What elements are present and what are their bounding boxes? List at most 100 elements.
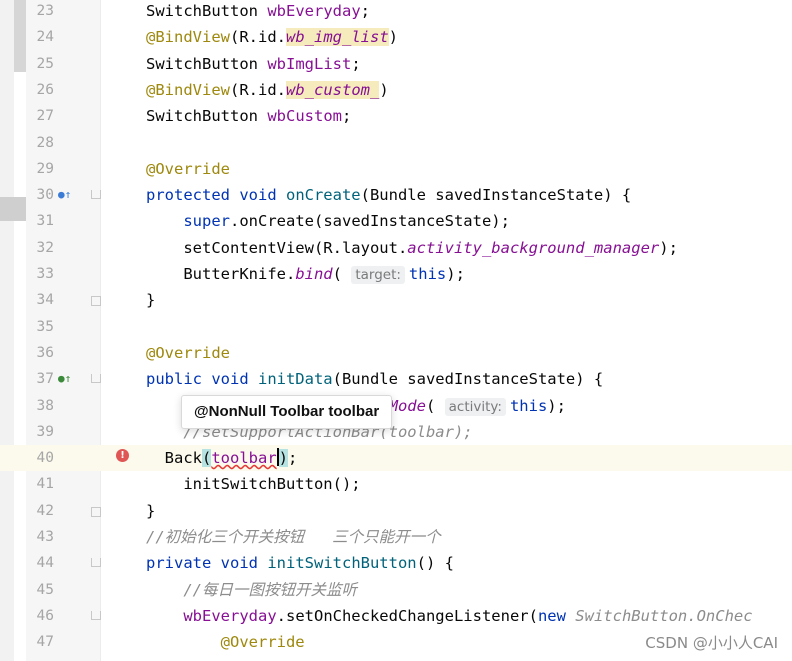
code-line[interactable]: 26 @BindView(R.id.wb_custom_)	[0, 77, 792, 103]
code-token: )	[388, 28, 398, 47]
code-line[interactable]: 39 //setSupportActionBar(toolbar);	[0, 419, 792, 445]
line-number: 26	[36, 81, 54, 98]
code-text: initSwitchButton();	[146, 471, 361, 497]
fold-end-icon[interactable]	[91, 296, 101, 307]
code-line[interactable]: 31 super.onCreate(savedInstanceState);	[0, 208, 792, 234]
code-token: //每日一图按钮开关监听	[183, 580, 357, 599]
code-token: @Override	[146, 343, 230, 362]
line-number: 29	[36, 160, 54, 177]
code-text: //每日一图按钮开关监听	[146, 577, 357, 603]
code-token: wb_img_list	[286, 28, 389, 47]
code-text: Back(toolbar);	[146, 445, 297, 471]
fold-collapse-icon[interactable]	[91, 374, 101, 384]
code-text: @Override	[146, 340, 230, 366]
code-token: super	[183, 212, 230, 231]
code-line[interactable]: 45 //每日一图按钮开关监听	[0, 577, 792, 603]
code-line[interactable]: 41 initSwitchButton();	[0, 471, 792, 497]
code-token: initSwitchButton();	[146, 475, 361, 494]
code-line[interactable]: 38 rLightMode( activity:this);	[0, 393, 792, 419]
code-token: ;	[360, 2, 370, 20]
code-line[interactable]: 44 private void initSwitchButton() {	[0, 550, 792, 576]
line-number: 38	[36, 397, 54, 414]
line-number: 33	[36, 266, 54, 282]
code-token: wb_custom_	[286, 80, 380, 99]
code-line[interactable]: 29 @Override	[0, 156, 792, 182]
code-token: private void	[146, 554, 268, 573]
code-token: toolbar	[211, 449, 277, 468]
line-number: 41	[36, 476, 54, 493]
line-number: 24	[36, 29, 54, 46]
line-number: 40	[36, 450, 54, 467]
code-line[interactable]: 23 SwitchButton wbEveryday;	[0, 0, 792, 24]
fold-collapse-icon[interactable]	[91, 190, 101, 200]
code-token: this	[509, 396, 548, 415]
code-line[interactable]: 27 SwitchButton wbCustom;	[0, 103, 792, 129]
line-number: 45	[36, 581, 54, 598]
code-token: @BindView	[146, 80, 230, 99]
code-token: (	[332, 265, 352, 283]
code-text: @Override	[146, 156, 230, 182]
code-token: SwitchButton	[146, 54, 268, 73]
parameter-info-tooltip: @NonNull Toolbar toolbar	[181, 395, 393, 429]
code-token: initSwitchButton	[267, 554, 417, 573]
line-number: 37	[36, 371, 54, 388]
code-token: SwitchButton	[146, 2, 268, 20]
code-text: ButterKnife.bind( target: this);	[146, 261, 465, 287]
fold-collapse-icon[interactable]	[91, 558, 101, 568]
code-token: wbEveryday	[267, 2, 361, 20]
code-token: protected void	[146, 186, 286, 205]
line-number: 32	[36, 239, 54, 256]
code-token: (R.id.	[230, 28, 286, 47]
code-line[interactable]: 30 ●↑ protected void onCreate(Bundle saved…	[0, 182, 792, 208]
code-line[interactable]: 46 wbEveryday.setOnCheckedChangeListener…	[0, 603, 792, 629]
code-token: bind	[295, 265, 333, 283]
line-number: 39	[36, 423, 54, 440]
fold-end-icon[interactable]	[91, 506, 101, 517]
code-token: (R.id.	[230, 80, 286, 99]
code-line[interactable]: 32 setContentView(R.layout.activity_back…	[0, 235, 792, 261]
code-line[interactable]: 42}	[0, 498, 792, 524]
code-token: )	[379, 80, 389, 99]
error-icon[interactable]: !	[116, 449, 129, 463]
code-token: //初始化三个开关按钮 三个只能开一个	[146, 528, 441, 546]
implement-marker-icon[interactable]: ●↑	[58, 366, 71, 392]
code-token: public void	[146, 370, 258, 389]
code-text: super.onCreate(savedInstanceState);	[146, 208, 510, 234]
line-number: 36	[36, 344, 54, 361]
code-text: @BindView(R.id.wb_img_list)	[146, 24, 398, 50]
code-token: wbCustom	[267, 107, 342, 126]
code-line[interactable]: 36 @Override	[0, 340, 792, 366]
fold-collapse-icon[interactable]	[91, 610, 101, 620]
code-line[interactable]: 33 ButterKnife.bind( target: this);	[0, 261, 792, 287]
code-token: Back	[146, 449, 202, 468]
code-token: activity_background_manager	[407, 238, 660, 257]
code-line[interactable]: 34}	[0, 287, 792, 313]
code-token: initData	[257, 370, 333, 389]
line-number: 23	[36, 3, 54, 19]
code-token: )	[278, 449, 289, 468]
code-line[interactable]: 28	[0, 130, 792, 156]
line-number: 28	[36, 134, 54, 151]
code-token: }	[146, 291, 156, 310]
code-line[interactable]: 40! Back(toolbar);	[0, 445, 792, 472]
code-line[interactable]: 35	[0, 314, 792, 340]
code-token: (	[425, 396, 445, 415]
code-line[interactable]: 37 ●↑ public void initData(Bundle savedIns…	[0, 366, 792, 392]
code-line[interactable]: 24 @BindView(R.id.wb_img_list)	[0, 24, 792, 50]
code-token: );	[547, 396, 566, 415]
code-token: (	[202, 449, 212, 468]
code-token: @BindView	[146, 28, 230, 47]
line-number: 43	[36, 529, 54, 545]
code-text: protected void onCreate(Bundle savedInst…	[146, 182, 631, 208]
code-line[interactable]: 25 SwitchButton wbImgList;	[0, 51, 792, 77]
code-text: }	[146, 287, 155, 313]
code-text: @BindView(R.id.wb_custom_)	[146, 77, 389, 103]
override-marker-icon[interactable]: ●↑	[58, 182, 71, 208]
code-token: wbImgList	[267, 54, 352, 73]
code-line[interactable]: 43 //初始化三个开关按钮 三个只能开一个	[0, 524, 792, 550]
code-text: SwitchButton wbCustom;	[146, 103, 351, 129]
code-token: ButterKnife.	[146, 265, 296, 283]
code-token: (Bundle savedInstanceState) {	[332, 370, 604, 389]
